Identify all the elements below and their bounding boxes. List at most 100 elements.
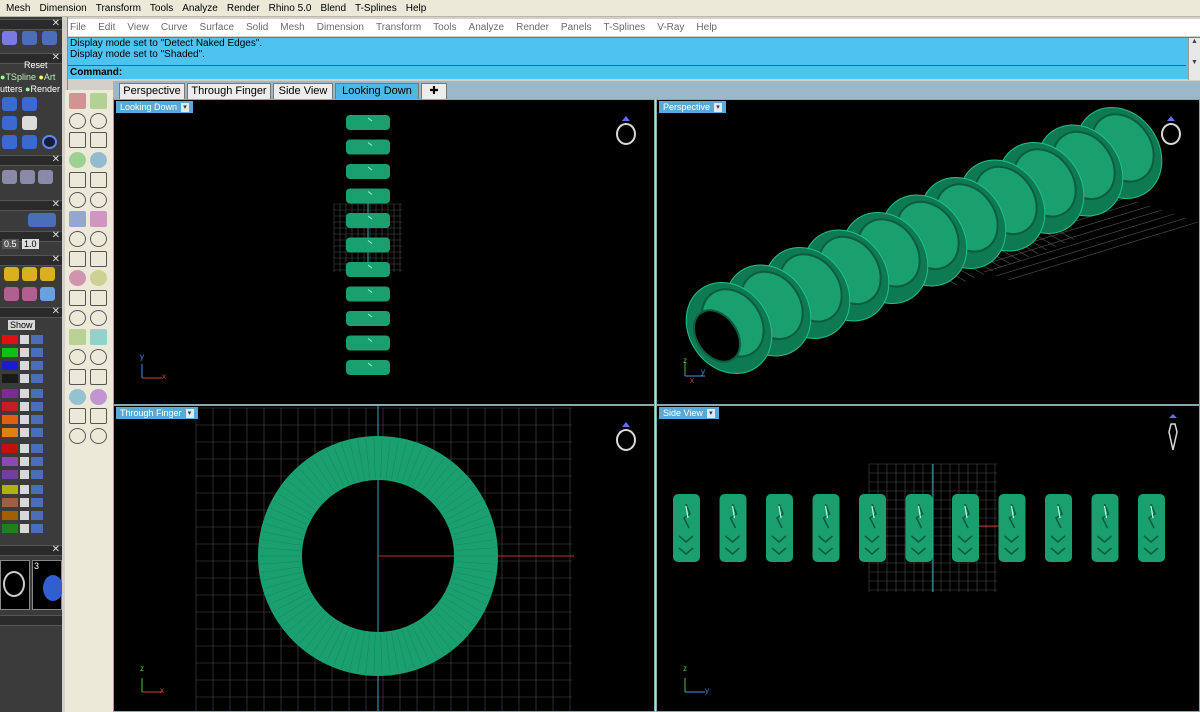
- layer-material-icon[interactable]: [31, 485, 43, 494]
- layer-color-swatch[interactable]: [2, 457, 18, 466]
- layer-lock-icon[interactable]: [20, 428, 29, 437]
- rhino-menu-item[interactable]: Mesh: [280, 22, 304, 33]
- viewport-label[interactable]: Looking Down ▾: [116, 101, 194, 113]
- toolbar-tool-icon[interactable]: [69, 388, 86, 405]
- layer-lock-icon[interactable]: [20, 374, 29, 383]
- blue-slider[interactable]: [28, 213, 56, 227]
- render-toggle[interactable]: utters ●Render: [0, 84, 60, 94]
- viewport-through-finger[interactable]: Through Finger ▾ z x: [113, 405, 655, 712]
- layer-color-swatch[interactable]: [2, 348, 18, 357]
- tspline-toggle[interactable]: ●TSpline ●Art: [0, 72, 55, 82]
- layer-color-swatch[interactable]: [2, 374, 18, 383]
- layer-color-swatch[interactable]: [2, 402, 18, 411]
- scroll-up-icon[interactable]: ▲: [1189, 38, 1200, 45]
- value-field[interactable]: 0.5: [2, 239, 19, 249]
- app-menu-item[interactable]: Mesh: [6, 3, 30, 14]
- layer-material-icon[interactable]: [31, 428, 43, 437]
- circle-tool-icon[interactable]: [42, 135, 57, 149]
- tool-icon[interactable]: [40, 267, 55, 281]
- tool-icon[interactable]: [22, 135, 37, 149]
- app-menu-item[interactable]: Analyze: [182, 3, 218, 14]
- toolbar-tool-icon[interactable]: [90, 93, 107, 109]
- toolbar-tool-icon[interactable]: [69, 309, 86, 326]
- app-menu-item[interactable]: Rhino 5.0: [269, 3, 312, 14]
- layer-material-icon[interactable]: [31, 374, 43, 383]
- sphere-icon[interactable]: [2, 170, 17, 184]
- rhino-menu-item[interactable]: Render: [516, 22, 549, 33]
- toolbar-tool-icon[interactable]: [69, 93, 86, 109]
- layer-material-icon[interactable]: [31, 402, 43, 411]
- layer-row[interactable]: [2, 402, 60, 412]
- thumbnail[interactable]: 3: [32, 560, 62, 610]
- toolbar-tool-icon[interactable]: [69, 152, 86, 169]
- layer-row[interactable]: [2, 457, 60, 467]
- layer-material-icon[interactable]: [31, 498, 43, 507]
- forward-arrow-icon[interactable]: [42, 31, 57, 45]
- toolbar-tool-icon[interactable]: [69, 368, 86, 385]
- viewport-label[interactable]: Through Finger ▾: [116, 407, 198, 419]
- toolbar-tool-icon[interactable]: [90, 408, 107, 425]
- app-menu-item[interactable]: Tools: [150, 3, 173, 14]
- rhino-menu-item[interactable]: Surface: [200, 22, 234, 33]
- dropdown-caret-icon[interactable]: ▾: [185, 408, 194, 418]
- rhino-menu-item[interactable]: Curve: [161, 22, 188, 33]
- toolbar-tool-icon[interactable]: [69, 211, 86, 228]
- tool-icon[interactable]: [4, 267, 19, 281]
- toolbar-tool-icon[interactable]: [90, 250, 107, 267]
- toolbar-tool-icon[interactable]: [90, 270, 107, 287]
- toolbar-tool-icon[interactable]: [69, 230, 86, 247]
- layer-row[interactable]: [2, 511, 60, 521]
- add-tab-icon[interactable]: ✚: [421, 83, 447, 99]
- close-icon[interactable]: ✕: [52, 306, 60, 317]
- show-button[interactable]: Show: [8, 320, 35, 330]
- toolbar-tool-icon[interactable]: [90, 388, 107, 405]
- tool-icon[interactable]: [22, 287, 37, 301]
- toolbar-tool-icon[interactable]: [69, 290, 86, 306]
- toolbar-tool-icon[interactable]: [69, 112, 86, 129]
- close-icon[interactable]: ✕: [52, 254, 60, 265]
- value-field[interactable]: 1.0: [22, 239, 39, 249]
- rhino-menu-item[interactable]: Panels: [561, 22, 592, 33]
- tool-icon[interactable]: [2, 135, 17, 149]
- app-menu-item[interactable]: Transform: [96, 3, 141, 14]
- layer-lock-icon[interactable]: [20, 524, 29, 533]
- layer-row[interactable]: [2, 428, 60, 438]
- layer-material-icon[interactable]: [31, 348, 43, 357]
- command-scrollbar[interactable]: ▲ ▼: [1188, 38, 1200, 80]
- layer-color-swatch[interactable]: [2, 485, 18, 494]
- layer-material-icon[interactable]: [31, 335, 43, 344]
- layer-lock-icon[interactable]: [20, 389, 29, 398]
- dropdown-caret-icon[interactable]: ▾: [706, 408, 715, 418]
- layer-row[interactable]: [2, 374, 60, 384]
- layer-material-icon[interactable]: [31, 457, 43, 466]
- layer-lock-icon[interactable]: [20, 361, 29, 370]
- layer-lock-icon[interactable]: [20, 470, 29, 479]
- toolbar-tool-icon[interactable]: [69, 349, 86, 366]
- layer-color-swatch[interactable]: [2, 498, 18, 507]
- app-menu-item[interactable]: Render: [227, 3, 260, 14]
- layer-material-icon[interactable]: [31, 444, 43, 453]
- rhino-menu-item[interactable]: Transform: [376, 22, 421, 33]
- layer-lock-icon[interactable]: [20, 498, 29, 507]
- layer-color-swatch[interactable]: [2, 524, 18, 533]
- rhino-menu-item[interactable]: Help: [696, 22, 717, 33]
- dropdown-caret-icon[interactable]: ▾: [181, 102, 190, 112]
- layer-lock-icon[interactable]: [20, 457, 29, 466]
- rhino-menu-item[interactable]: File: [70, 22, 86, 33]
- close-icon[interactable]: ✕: [52, 154, 60, 165]
- dropdown-caret-icon[interactable]: ▾: [714, 102, 723, 112]
- tool-icon[interactable]: [40, 287, 55, 301]
- toolbar-tool-icon[interactable]: [90, 290, 107, 306]
- app-menu-item[interactable]: Dimension: [39, 3, 86, 14]
- viewport-label[interactable]: Perspective ▾: [659, 101, 727, 113]
- layer-lock-icon[interactable]: [20, 485, 29, 494]
- close-icon[interactable]: ✕: [52, 230, 60, 241]
- tool-icon[interactable]: [4, 287, 19, 301]
- reset-button[interactable]: Reset: [24, 60, 48, 70]
- layer-row[interactable]: [2, 524, 60, 534]
- layer-color-swatch[interactable]: [2, 444, 18, 453]
- rhino-menu-item[interactable]: Analyze: [469, 22, 505, 33]
- toolbar-tool-icon[interactable]: [69, 408, 86, 425]
- toolbar-tool-icon[interactable]: [90, 211, 107, 228]
- app-menu-item[interactable]: Blend: [320, 3, 346, 14]
